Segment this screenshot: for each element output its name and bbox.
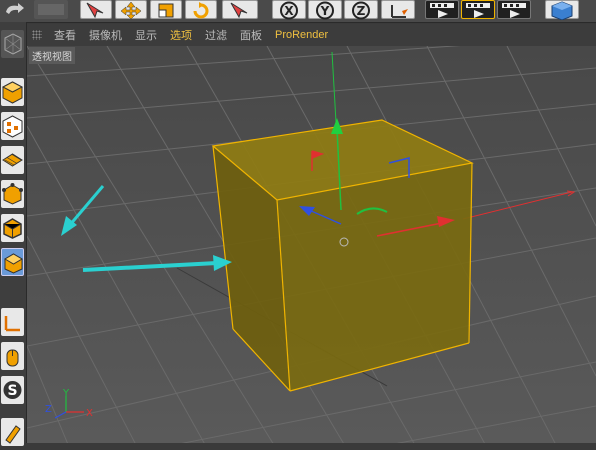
workplane-mode-icon [1, 153, 24, 178]
render-settings-icon [498, 1, 530, 20]
z-axis-lock-icon: Z [345, 1, 377, 20]
edges-mode-icon [1, 218, 24, 246]
render-view-button[interactable] [425, 0, 459, 19]
y-axis-lock-button[interactable]: Y [308, 0, 342, 20]
live-selection-icon [81, 1, 111, 20]
model-mode-icon [1, 81, 24, 110]
points-mode-icon [1, 183, 24, 212]
menu-view[interactable]: 查看 [54, 27, 76, 43]
workplane-mode-button[interactable] [1, 146, 24, 174]
rotate-icon [186, 1, 216, 20]
y-axis-lock-label: Y [320, 4, 330, 18]
left-toolbar: S [0, 22, 27, 446]
texture-mode-button[interactable] [1, 112, 24, 140]
cube-object-button[interactable] [545, 0, 579, 20]
menu-filter[interactable]: 过滤 [205, 27, 227, 43]
model-mode-button[interactable] [1, 78, 24, 106]
render-picture-viewer-icon [462, 1, 494, 20]
selection-button[interactable] [222, 0, 258, 19]
scale-icon [151, 1, 181, 20]
coordinate-system-button[interactable] [381, 0, 415, 19]
menu-prorender[interactable]: ProRender [275, 29, 328, 41]
edges-mode-button[interactable] [1, 214, 24, 242]
undo-icon [0, 0, 30, 19]
x-axis-lock-icon: X [273, 1, 305, 20]
menu-grip-icon[interactable] [32, 30, 42, 40]
snap-button[interactable]: S [1, 376, 24, 404]
menu-options[interactable]: 选项 [170, 27, 192, 43]
menu-display[interactable]: 显示 [135, 27, 157, 43]
undo-button[interactable] [0, 0, 30, 19]
make-editable-icon [1, 33, 24, 62]
axis-mode-button[interactable] [1, 308, 24, 336]
viewport-title[interactable]: 透视视图 [29, 47, 75, 64]
axis-label-x: X [86, 408, 93, 419]
x-axis-lock-label: X [284, 4, 294, 18]
cube-object-icon [546, 1, 578, 20]
tweak-mode-icon [1, 349, 24, 374]
axis-label-z: Z [45, 404, 52, 415]
menu-cameras[interactable]: 摄像机 [89, 27, 122, 43]
main-toolbar: X Y Z [0, 0, 596, 23]
tweak-mode-button[interactable] [1, 342, 24, 370]
x-axis-lock-button[interactable]: X [272, 0, 306, 20]
z-axis-lock-label: Z [357, 4, 366, 18]
redo-icon [34, 0, 68, 19]
coordinate-system-icon [382, 1, 414, 20]
render-picture-viewer-button[interactable] [461, 0, 495, 19]
move-button[interactable] [115, 0, 147, 20]
brush-icon [1, 425, 24, 450]
y-axis-lock-icon: Y [309, 1, 341, 20]
points-mode-button[interactable] [1, 180, 24, 208]
render-view-icon [426, 1, 458, 20]
render-settings-button[interactable] [497, 0, 531, 19]
rotate-button[interactable] [185, 0, 217, 19]
scale-button[interactable] [150, 0, 182, 19]
perspective-viewport[interactable]: Y X Z 透视视图 [27, 46, 596, 443]
cube-object[interactable] [211, 119, 474, 392]
selection-arrow-icon [223, 1, 257, 20]
brush-button[interactable] [1, 418, 24, 446]
texture-mode-icon [1, 115, 24, 144]
move-icon [116, 1, 146, 20]
viewport-canvas[interactable]: Y X Z [27, 46, 596, 443]
make-editable-button[interactable] [1, 30, 24, 58]
z-axis-lock-button[interactable]: Z [344, 0, 378, 20]
axis-mode-icon [1, 316, 24, 340]
axis-label-y: Y [62, 388, 70, 399]
live-selection-button[interactable] [80, 0, 112, 19]
polygons-mode-button[interactable] [1, 248, 24, 276]
svg-text:S: S [7, 383, 17, 399]
redo-button[interactable] [34, 0, 68, 19]
polygons-mode-icon [2, 253, 25, 281]
viewport-menubar: 查看 摄像机 显示 选项 过滤 面板 ProRender [26, 24, 596, 46]
menu-panel[interactable]: 面板 [240, 27, 262, 43]
snap-icon: S [1, 381, 24, 408]
